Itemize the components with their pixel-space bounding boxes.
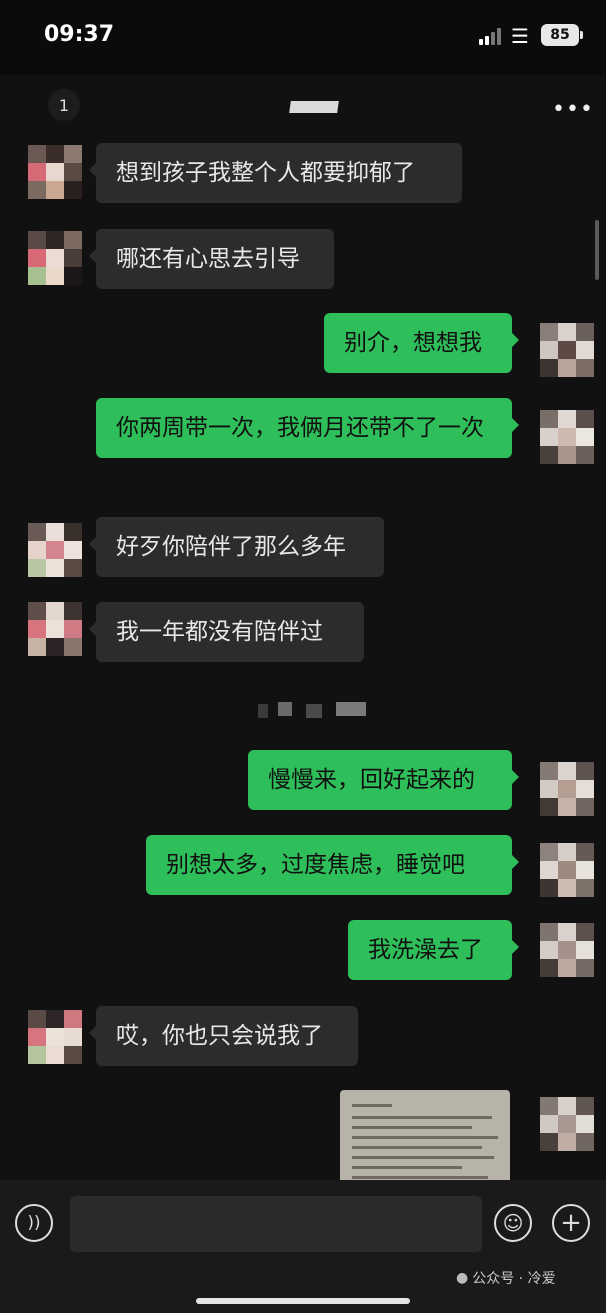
message-text: 我一年都没有陪伴过 (116, 619, 323, 645)
wechat-official-account-icon: ● (456, 1270, 469, 1286)
message-text: 你两周带一次，我俩月还带不了一次 (116, 415, 484, 441)
emoji-icon[interactable]: ☺ (494, 1204, 532, 1242)
status-bar: 09:37 ☰ 85 (0, 0, 606, 75)
message-input[interactable] (70, 1196, 482, 1252)
voice-icon[interactable]: )) (15, 1204, 53, 1242)
outgoing-message[interactable]: 别想太多，过度焦虑，睡觉吧 (146, 835, 519, 895)
my-avatar[interactable] (540, 923, 594, 977)
message-text: 别介，想想我 (344, 330, 482, 356)
back-button[interactable]: 1 (48, 89, 80, 121)
battery-level: 85 (550, 27, 570, 43)
watermark-text: 公众号 · 冷爱 (472, 1271, 556, 1287)
outgoing-message[interactable]: 慢慢来，回好起来的 (248, 750, 519, 810)
scrollbar[interactable] (595, 220, 599, 280)
plus-icon[interactable]: + (552, 1204, 590, 1242)
outgoing-message[interactable]: 我洗澡去了 (348, 920, 519, 980)
chat-title-redacted (289, 101, 339, 113)
my-avatar[interactable] (540, 1097, 594, 1151)
unread-count: 1 (58, 95, 70, 115)
my-avatar[interactable] (540, 410, 594, 464)
contact-avatar[interactable] (28, 1010, 82, 1064)
message-text: 我洗澡去了 (368, 937, 483, 963)
battery-icon: 85 (541, 24, 579, 46)
message-text: 哪还有心思去引导 (116, 246, 300, 272)
message-text: 哎，你也只会说我了 (116, 1023, 323, 1049)
my-avatar[interactable] (540, 762, 594, 816)
chat-message-list[interactable]: 想到孩子我整个人都要抑郁了 哪还有心思去引导 别介，想想我 你两周带一次，我俩月… (0, 135, 606, 1180)
watermark: ● 公众号 · 冷爱 (456, 1268, 556, 1288)
more-icon[interactable]: ••• (552, 97, 594, 122)
incoming-message[interactable]: 哪还有心思去引导 (89, 229, 334, 289)
message-text: 慢慢来，回好起来的 (268, 767, 475, 793)
wifi-icon: ☰ (511, 24, 529, 48)
my-avatar[interactable] (540, 843, 594, 897)
incoming-message[interactable]: 想到孩子我整个人都要抑郁了 (89, 143, 462, 203)
incoming-message[interactable]: 哎，你也只会说我了 (89, 1006, 358, 1066)
incoming-message[interactable]: 我一年都没有陪伴过 (89, 602, 364, 662)
battery-tip (580, 31, 583, 39)
message-text: 想到孩子我整个人都要抑郁了 (116, 160, 415, 186)
outgoing-message[interactable]: 你两周带一次，我俩月还带不了一次 (96, 398, 519, 458)
message-text: 好歹你陪伴了那么多年 (116, 534, 346, 560)
chat-header: 1 ••• (0, 75, 606, 135)
contact-avatar[interactable] (28, 231, 82, 285)
message-input-bar: )) ☺ + ● 公众号 · 冷爱 (0, 1180, 606, 1313)
incoming-message[interactable]: 好歹你陪伴了那么多年 (89, 517, 384, 577)
my-avatar[interactable] (540, 323, 594, 377)
home-indicator[interactable] (196, 1298, 410, 1304)
contact-avatar[interactable] (28, 145, 82, 199)
outgoing-message[interactable]: 别介，想想我 (324, 313, 519, 373)
message-text: 别想太多，过度焦虑，睡觉吧 (166, 852, 465, 878)
status-time: 09:37 (44, 22, 115, 47)
contact-avatar[interactable] (28, 602, 82, 656)
contact-avatar[interactable] (28, 523, 82, 577)
outgoing-image-message[interactable] (340, 1090, 510, 1180)
redacted-timestamp (258, 700, 368, 722)
cellular-signal-icon (479, 27, 507, 45)
